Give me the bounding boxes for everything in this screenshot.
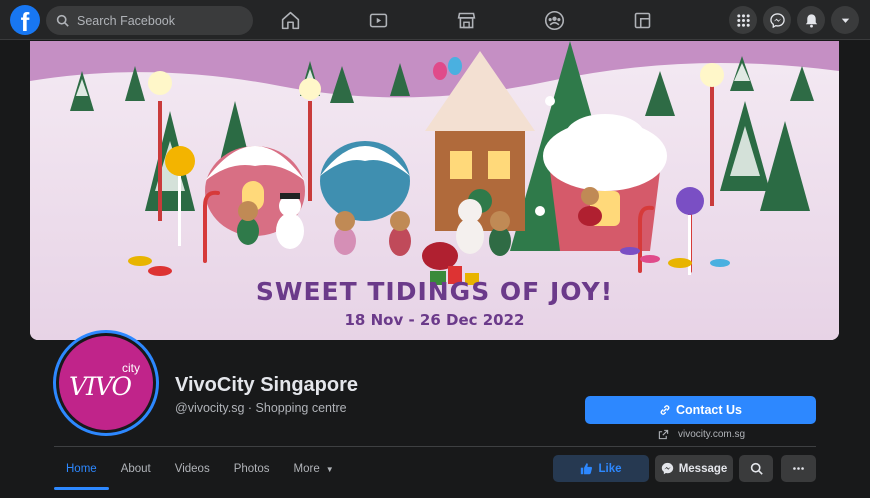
- tab-videos-label: Videos: [174, 463, 210, 475]
- search-icon: [750, 462, 763, 475]
- ellipsis-icon: [793, 467, 804, 470]
- notifications-icon[interactable]: [797, 6, 825, 34]
- search-placeholder: Search Facebook: [77, 13, 175, 28]
- watch-icon[interactable]: [366, 8, 390, 32]
- tab-about[interactable]: About: [109, 448, 163, 490]
- vivocity-logo: VIVO city: [59, 336, 153, 430]
- external-link-icon: [658, 429, 669, 440]
- like-label: Like: [598, 462, 622, 475]
- menu-grid-icon[interactable]: [729, 6, 757, 34]
- website-link[interactable]: vivocity.com.sg: [658, 429, 745, 440]
- top-navigation-bar: f Search Facebook: [0, 0, 870, 40]
- page-title: VivoCity Singapore: [175, 374, 359, 396]
- marketplace-icon[interactable]: [454, 8, 478, 32]
- search-input[interactable]: Search Facebook: [46, 6, 253, 35]
- cover-photo[interactable]: SWEET TIDINGS OF JOY! 18 Nov - 26 Dec 20…: [30, 41, 839, 340]
- tab-about-label: About: [120, 463, 151, 475]
- messenger-icon[interactable]: [763, 6, 791, 34]
- caret-down-icon: ▼: [325, 464, 334, 474]
- home-icon[interactable]: [278, 8, 302, 32]
- tab-photos-label: Photos: [233, 463, 270, 475]
- thumbs-up-icon: [581, 463, 593, 475]
- page-subtitle: @vivocity.sg · Shopping centre: [175, 401, 347, 415]
- tab-more[interactable]: More ▼: [282, 448, 346, 490]
- more-options-button[interactable]: [781, 455, 816, 482]
- tab-home-label: Home: [66, 463, 97, 475]
- facebook-logo-icon[interactable]: f: [10, 5, 40, 35]
- page-search-button[interactable]: [739, 455, 773, 482]
- message-label: Message: [678, 462, 728, 475]
- tab-photos[interactable]: Photos: [222, 448, 282, 490]
- gaming-icon[interactable]: [630, 8, 654, 32]
- message-button[interactable]: Message: [655, 455, 733, 482]
- logo-text-vivo: VIVO: [69, 372, 132, 401]
- contact-us-button[interactable]: Contact Us: [585, 396, 816, 424]
- tab-videos[interactable]: Videos: [163, 448, 222, 490]
- website-label: vivocity.com.sg: [678, 429, 746, 440]
- contact-us-label: Contact Us: [676, 403, 742, 417]
- cover-date: 18 Nov - 26 Dec 2022: [344, 311, 525, 329]
- page-tabs: Home About Videos Photos More ▼: [54, 448, 346, 490]
- search-icon: [56, 14, 69, 27]
- cover-title: SWEET TIDINGS OF JOY!: [255, 277, 614, 306]
- like-button[interactable]: Like: [553, 455, 649, 482]
- logo-text-city: city: [122, 361, 140, 375]
- profile-avatar[interactable]: VIVO city: [53, 330, 159, 436]
- tab-home[interactable]: Home: [54, 448, 109, 490]
- divider: [54, 446, 816, 447]
- messenger-icon: [661, 462, 673, 475]
- groups-icon[interactable]: [542, 8, 566, 32]
- link-icon: [660, 405, 670, 415]
- tab-more-label: More: [293, 463, 320, 475]
- account-caret-icon[interactable]: [831, 6, 859, 34]
